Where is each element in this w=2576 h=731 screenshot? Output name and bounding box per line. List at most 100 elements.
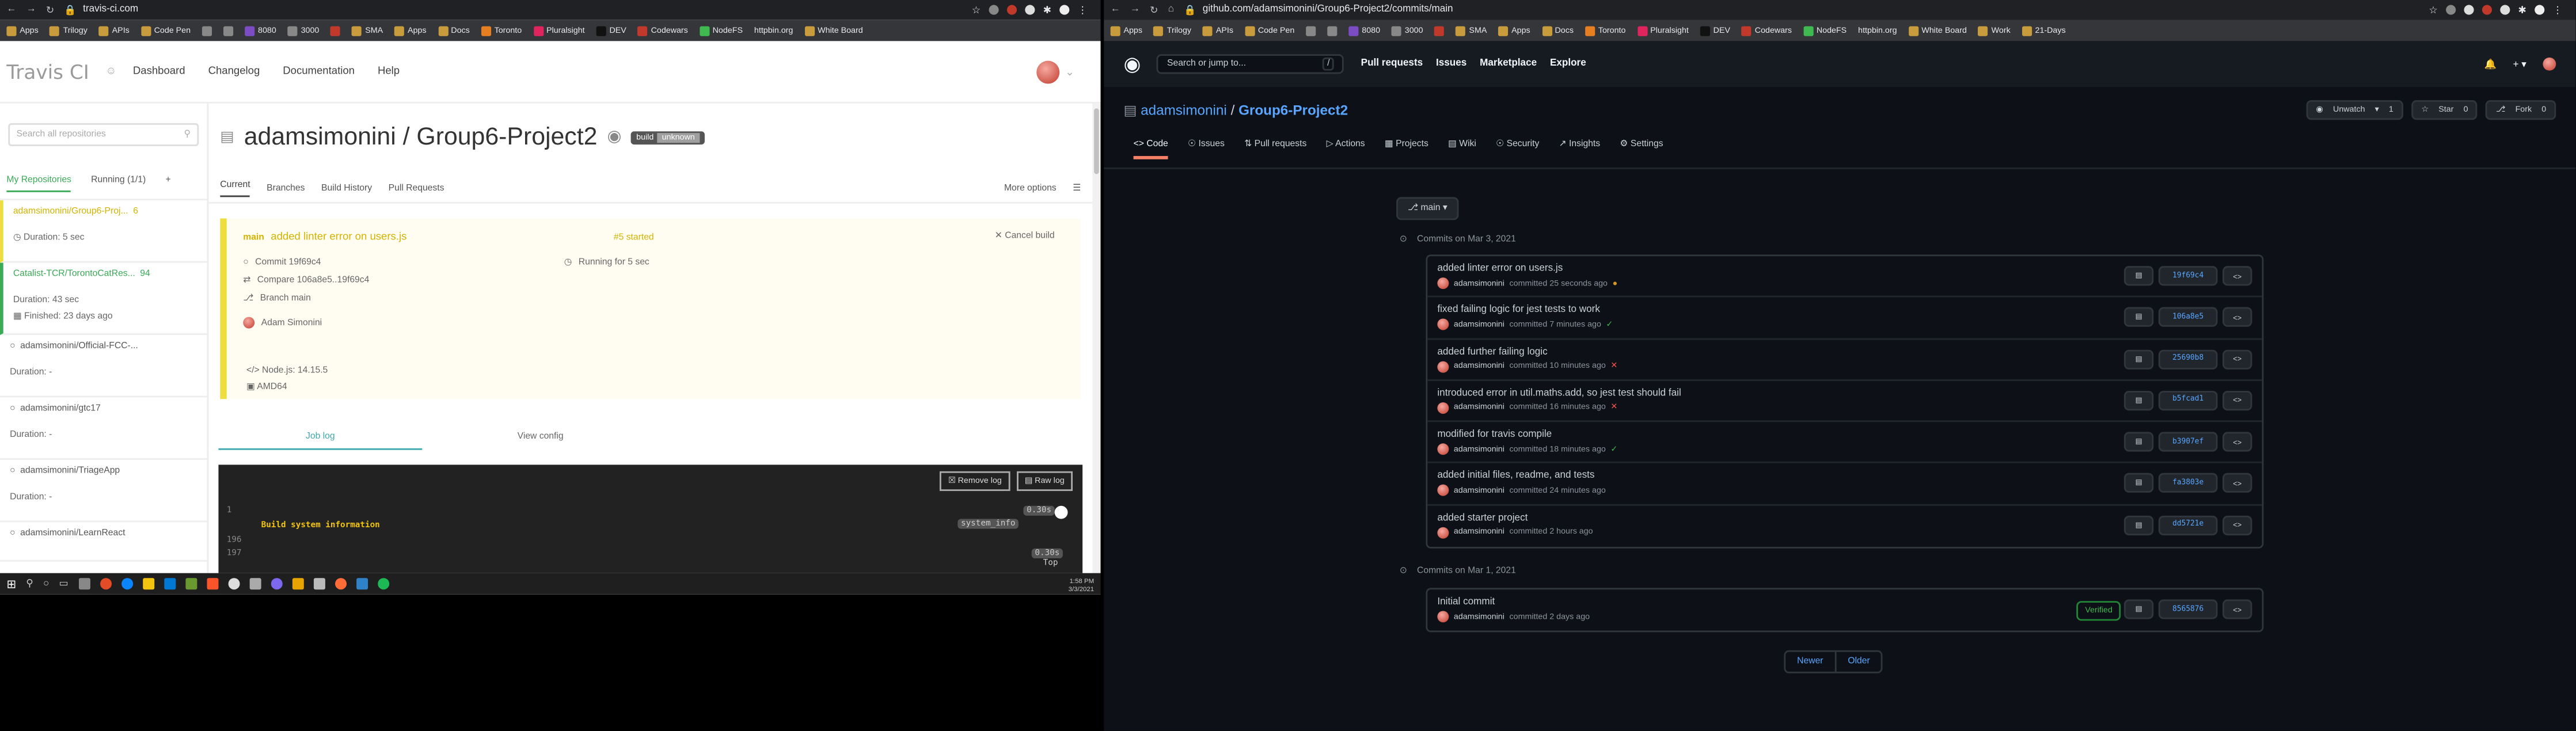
repo-item[interactable]: ○ adamsimonini/Official-FCC-... Duration:…: [0, 335, 207, 398]
browse-files-button[interactable]: <>: [2222, 390, 2252, 410]
bookmark[interactable]: APIs: [1203, 25, 1233, 36]
tab-current[interactable]: Current: [220, 181, 250, 197]
commit-sha[interactable]: 25690b8: [2158, 349, 2218, 369]
tab-my-repositories[interactable]: My Repositories: [6, 176, 71, 192]
spotify-icon[interactable]: [377, 578, 389, 590]
commit-sha[interactable]: b3907ef: [2158, 432, 2218, 452]
app-icon[interactable]: [78, 578, 90, 590]
bookmark[interactable]: SMA: [1456, 25, 1487, 36]
extension-icon[interactable]: [989, 4, 999, 14]
bookmark[interactable]: Apps: [1498, 25, 1530, 36]
profile-icon[interactable]: [2535, 4, 2545, 14]
bookmark[interactable]: [1327, 25, 1338, 36]
copy-sha-button[interactable]: ▤: [2123, 432, 2154, 452]
tab-issues[interactable]: ☉ Issues: [1188, 140, 1225, 159]
bookmark[interactable]: Apps: [6, 25, 39, 36]
commit-sha[interactable]: 8565876: [2158, 599, 2218, 619]
scroll-top-button[interactable]: Top: [1043, 558, 1058, 568]
commit-sha[interactable]: 19f69c4: [2158, 266, 2218, 286]
tab-wiki[interactable]: ▤ Wiki: [1448, 140, 1476, 159]
travis-logo[interactable]: Travis CI: [6, 60, 89, 83]
app-icon[interactable]: [227, 578, 240, 590]
bookmark[interactable]: DEV: [1700, 25, 1730, 36]
bookmark[interactable]: 8080: [1348, 25, 1380, 36]
nav-issues[interactable]: Issues: [1436, 59, 1466, 69]
browse-files-button[interactable]: <>: [2222, 474, 2252, 494]
bookmark[interactable]: DEV: [596, 25, 626, 36]
postman-icon[interactable]: [334, 578, 346, 590]
repo-item[interactable]: adamsimonini/Group6-Proj... 6 ◷ Duration:…: [0, 200, 207, 263]
bookmark[interactable]: [1306, 25, 1316, 36]
github-logo-icon[interactable]: ◉: [1123, 52, 1141, 75]
scrollbar-thumb[interactable]: [1094, 108, 1099, 174]
windows-start-icon[interactable]: ⊞: [6, 577, 16, 591]
search-icon[interactable]: ⚲: [26, 578, 33, 589]
bookmark[interactable]: Docs: [1541, 25, 1574, 36]
extension-icon[interactable]: [2500, 4, 2510, 14]
star-button[interactable]: ☆ Star 0: [2411, 100, 2478, 120]
copy-sha-button[interactable]: ▤: [2123, 474, 2154, 494]
branch-select-button[interactable]: ⎇ main ▾: [1396, 197, 1459, 220]
fork-button[interactable]: ⎇ Fork 0: [2486, 100, 2556, 120]
copy-sha-button[interactable]: ▤: [2123, 349, 2154, 369]
commit-author[interactable]: adamsimonini: [1454, 279, 1504, 288]
browse-files-button[interactable]: <>: [2222, 349, 2252, 369]
tab-pull-requests[interactable]: Pull Requests: [389, 184, 444, 194]
app-icon[interactable]: [185, 578, 197, 590]
chevron-down-icon[interactable]: ⌄: [1065, 65, 1074, 78]
address-bar[interactable]: 🔒 github.com/adamsimonini/Group6-Project…: [1184, 4, 2429, 16]
build-status-badge[interactable]: build unknown: [631, 130, 705, 144]
build-commit[interactable]: Commit 19f69c4: [255, 257, 321, 266]
vscode-icon[interactable]: [164, 578, 176, 590]
home-icon[interactable]: ⌂: [1168, 4, 1174, 16]
extension-icon[interactable]: [1006, 4, 1017, 14]
task-view-icon[interactable]: ▭: [59, 578, 68, 589]
commit-sha[interactable]: 106a8e5: [2158, 307, 2218, 328]
extension-icon[interactable]: [2446, 4, 2456, 14]
commit-sha[interactable]: fa3803e: [2158, 474, 2218, 494]
user-avatar[interactable]: [2543, 57, 2556, 71]
system-clock[interactable]: 1:58 PM 3/3/2021: [1069, 576, 1094, 592]
page-scrollbar[interactable]: [1092, 103, 1101, 573]
log-fold-title[interactable]: Build system information: [261, 520, 380, 530]
check-icon[interactable]: ✓: [1610, 444, 1617, 454]
tab-job-log[interactable]: Job log: [218, 432, 423, 450]
cortana-icon[interactable]: ○: [43, 579, 49, 589]
bookmark[interactable]: Toronto: [481, 25, 522, 36]
tab-build-history[interactable]: Build History: [321, 184, 372, 194]
commit-sha[interactable]: dd5721e: [2158, 515, 2218, 535]
bookmark[interactable]: 8080: [245, 25, 276, 36]
puzzle-icon[interactable]: ✱: [1043, 4, 1051, 16]
repo-item[interactable]: ○ adamsimonini/TriageApp Duration: -: [0, 460, 207, 523]
chrome-icon[interactable]: [99, 578, 111, 590]
address-bar[interactable]: 🔒 travis-ci.com: [64, 4, 971, 16]
bookmark[interactable]: Work: [1978, 25, 2011, 36]
hamburger-icon[interactable]: ☰: [1073, 184, 1081, 194]
reload-icon[interactable]: ↻: [46, 4, 54, 16]
bookmark[interactable]: NodeFS: [1803, 25, 1846, 36]
bookmark[interactable]: Code Pen: [1244, 25, 1294, 36]
reload-icon[interactable]: ↻: [1150, 4, 1158, 16]
browse-files-button[interactable]: <>: [2222, 432, 2252, 452]
bookmark[interactable]: White Board: [1908, 25, 1967, 36]
app-icon[interactable]: [355, 578, 367, 590]
more-options-button[interactable]: More options: [1004, 184, 1057, 194]
repo-item[interactable]: ○ adamsimonini/LearnReact: [0, 522, 207, 562]
app-icon[interactable]: [291, 578, 303, 590]
older-button[interactable]: Older: [1836, 652, 1881, 672]
bookmark[interactable]: 21-Days: [2022, 25, 2066, 36]
build-branch-line[interactable]: Branch main: [260, 293, 311, 303]
newer-button[interactable]: Newer: [1785, 652, 1837, 672]
bookmark[interactable]: Pluralsight: [1637, 25, 1689, 36]
extension-icon[interactable]: [2482, 4, 2492, 14]
tab-view-config[interactable]: View config: [439, 432, 643, 450]
build-number-status[interactable]: #5 started: [614, 233, 654, 242]
tab-branches[interactable]: Branches: [267, 184, 305, 194]
add-repo-button[interactable]: +: [165, 176, 170, 192]
user-avatar[interactable]: [1035, 60, 1059, 83]
tab-settings[interactable]: ⚙ Settings: [1620, 140, 1663, 159]
browse-files-button[interactable]: <>: [2222, 515, 2252, 535]
profile-icon[interactable]: [1059, 4, 1070, 14]
bookmark[interactable]: httpbin.org: [1858, 25, 1897, 35]
commit-sha[interactable]: b5fcad1: [2158, 390, 2218, 410]
